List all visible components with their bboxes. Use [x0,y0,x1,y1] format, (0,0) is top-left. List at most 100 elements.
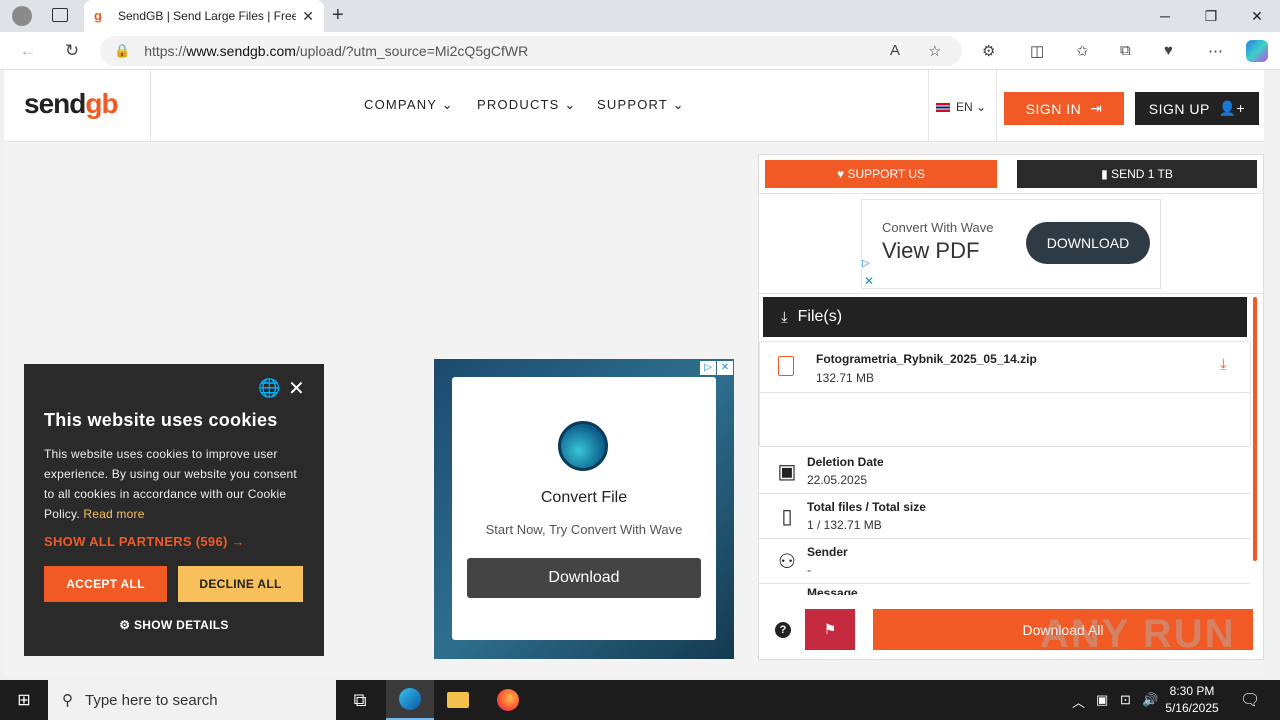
wave-logo-icon [558,421,608,471]
info-total-files: ▯ Total files / Total size 1 / 132.71 MB [759,494,1251,539]
file-download-icon[interactable]: ⤓ [1220,356,1227,373]
user-icon: ⚇ [778,551,796,573]
ad-line2: View PDF [882,238,980,263]
download-panel: ♥ SUPPORT US ▮ SEND 1 TB Convert With Wa… [758,154,1264,660]
report-flag-button[interactable]: ⚑ [805,609,855,650]
heart-icon: ♥ [836,167,845,181]
profile-icon[interactable] [12,6,32,26]
url-prefix: https:// [144,43,187,59]
windows-taskbar: ⊞ ⚲ Type here to search ⧉ ︿ ▣ ⊡ 🔊 8:30 P… [0,680,1280,720]
tab-actions-icon[interactable] [52,8,68,22]
url-bar[interactable]: 🔒 https://www.sendgb.com/upload/?utm_sou… [100,36,962,66]
lock-icon: 🔒 [114,43,131,58]
browser-tab-bar: g SendGB | Send Large Files | Free f ✕ +… [0,0,1280,32]
file-explorer-icon[interactable] [434,680,482,720]
split-screen-icon[interactable]: ◫ [1030,42,1044,60]
tray-chevron-icon[interactable]: ︿ [1072,692,1085,711]
header-divider-lang [996,70,997,142]
cookie-close-icon[interactable]: ✕ [288,376,305,401]
sign-up-button[interactable]: SIGN UP 👤+ [1135,92,1259,125]
favorites-icon[interactable]: ✩ [1076,42,1089,60]
new-tab-icon[interactable]: + [332,4,344,27]
ad-dismiss-icon[interactable]: ✕ [864,274,874,288]
menu-support[interactable]: SUPPORT ⌄ [597,97,685,113]
file-name: Fotogrametria_Rybnik_2025_05_14.zip [816,352,1037,366]
add-user-icon: 👤+ [1218,100,1246,116]
taskbar-search-box[interactable]: ⚲ Type here to search [48,680,336,720]
read-more-link[interactable]: Read more [83,507,144,521]
cookie-title: This website uses cookies [44,410,278,430]
document-icon: ▮ [1101,167,1108,181]
show-all-partners-link[interactable]: SHOW ALL PARTNERS (596) → [44,534,245,549]
gear-icon: ⚙ [119,618,131,632]
minimize-icon[interactable]: ─ [1142,0,1188,32]
download-tray-icon: ⤓ [781,308,788,326]
file-list-empty [759,393,1251,447]
close-window-icon[interactable]: ✕ [1234,0,1280,32]
collections-icon[interactable]: ⧉ [1120,42,1131,59]
panel-divider-2 [759,293,1263,294]
close-tab-icon[interactable]: ✕ [302,8,314,25]
center-advertisement[interactable]: ▷ ✕ Convert File Start Now, Try Convert … [434,359,734,659]
extensions-icon[interactable]: ⚙ [982,42,995,60]
file-icon: ▯ [781,506,793,528]
flag-icon: ⚑ [823,621,837,637]
language-selector[interactable]: EN ⌄ [936,100,986,114]
uk-flag-icon [936,103,950,113]
task-view-icon[interactable]: ⧉ [336,680,384,720]
accept-all-button[interactable]: ACCEPT ALL [44,566,167,602]
language-globe-icon[interactable]: 🌐 [258,378,280,399]
menu-products[interactable]: PRODUCTS ⌄ [477,97,576,113]
ad-download-button[interactable]: Download [467,558,701,598]
sendgb-logo[interactable]: sendgb [24,88,119,120]
panel-divider [759,193,1263,194]
calendar-icon: ▣ [777,461,797,483]
taskbar-clock[interactable]: 8:30 PM 5/16/2025 [1160,683,1224,717]
support-us-button[interactable]: ♥ SUPPORT US [765,160,997,188]
help-icon[interactable]: ? [775,622,791,638]
more-menu-icon[interactable]: ⋯ [1208,42,1223,60]
windows-start-icon[interactable]: ⊞ [0,680,48,720]
ad-subtitle: Start Now, Try Convert With Wave [485,522,683,537]
header-divider-right [928,70,929,142]
read-aloud-icon[interactable]: A [890,42,900,59]
file-outline-icon [778,356,794,376]
menu-company[interactable]: COMPANY ⌄ [364,97,454,113]
panel-scrollbar[interactable] [1253,297,1257,561]
ad-download-pill-button[interactable]: DOWNLOAD [1026,222,1150,264]
network-icon[interactable]: ⊡ [1120,692,1131,708]
send-1tb-button[interactable]: ▮ SEND 1 TB [1017,160,1257,188]
ad-info-icon[interactable]: ▷ [862,258,870,269]
anyrun-watermark: ANY RUN [1040,612,1236,656]
refresh-icon[interactable]: ↻ [60,40,84,62]
search-icon: ⚲ [62,692,73,709]
url-path: /upload/?utm_source=Mi2cQ5gCfWR [295,43,529,59]
ad-choices-icon[interactable]: ▷ [700,361,716,375]
copilot-icon[interactable] [1246,40,1268,62]
info-sender: ⚇ Sender - [759,539,1251,584]
sign-in-icon: ⇥ [1090,100,1103,116]
edge-taskbar-icon[interactable] [386,680,434,720]
header-divider [150,70,151,142]
performance-icon[interactable]: ♥ [1164,42,1173,59]
back-icon[interactable]: ← [16,40,40,62]
firefox-icon[interactable] [484,680,532,720]
favorite-star-icon[interactable]: ☆ [928,42,941,60]
file-row[interactable]: Fotogrametria_Rybnik_2025_05_14.zip 132.… [759,341,1251,393]
web-page: sendgb COMPANY ⌄ PRODUCTS ⌄ SUPPORT ⌄ EN… [4,70,1264,676]
top-advertisement[interactable]: Convert With Wave View PDF DOWNLOAD ▷ ✕ [861,199,1161,289]
ad-close-icon[interactable]: ✕ [717,361,733,375]
restore-icon[interactable]: ❐ [1188,0,1234,32]
volume-icon[interactable]: 🔊 [1142,692,1158,708]
show-details-button[interactable]: ⚙ SHOW DETAILS [24,618,324,632]
files-header: ⤓ File(s) [763,297,1247,337]
browser-tab-sendgb[interactable]: g SendGB | Send Large Files | Free f ✕ [84,0,324,32]
cookie-consent-dialog: 🌐 ✕ This website uses cookies This websi… [24,364,324,656]
file-size: 132.71 MB [816,371,875,385]
decline-all-button[interactable]: DECLINE ALL [178,566,303,602]
tab-title: SendGB | Send Large Files | Free f [118,9,297,23]
tray-app-icon[interactable]: ▣ [1096,692,1108,708]
sign-in-button[interactable]: SIGN IN ⇥ [1004,92,1124,125]
notifications-icon[interactable]: 🗨 [1240,690,1260,710]
sendgb-favicon-icon: g [94,8,102,23]
